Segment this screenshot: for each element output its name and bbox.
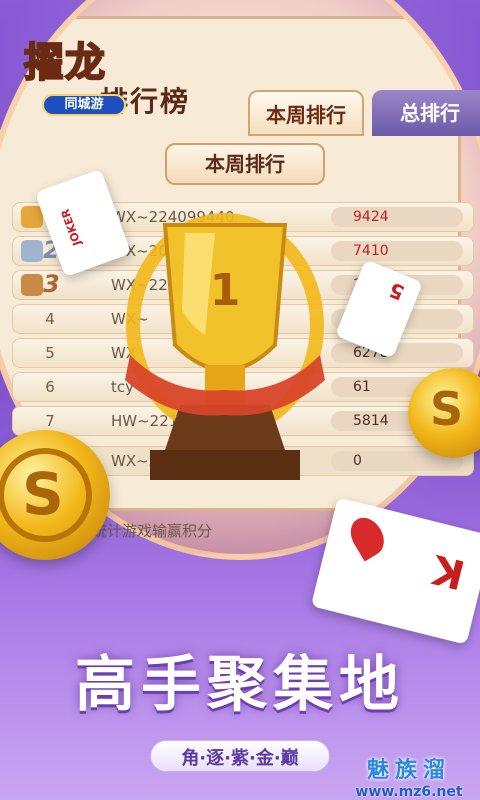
rank-3-badge-icon [21,274,43,296]
headline-text: 高手聚集地 [75,650,405,720]
score-note: 统计游戏输赢积分 [92,522,213,540]
subline-text: 角·逐·紫·金·巅 [181,748,299,769]
trophy-icon: 1 [125,213,325,480]
trophy-number: 1 [210,265,241,316]
player-score: 9424 [331,207,463,227]
rank-number: 5 [45,344,55,362]
rank-number: 6 [45,378,55,396]
watermark: 魅族溜 www.mz6.net [340,752,478,800]
poker-card-king: K [310,497,480,645]
logo-subtitle: 同城游 [42,94,126,116]
heart-icon [344,511,391,562]
logo-title: 擢龙 [23,39,106,87]
tab-total-rank[interactable]: 总排行 [372,90,480,136]
rank-number: 3 [43,270,60,298]
rank-2-badge-icon [21,240,43,262]
watermark-url: www.mz6.net [355,784,463,800]
sub-header-weekly: 本周排行 [165,143,325,185]
app-logo: 擢龙 同城游 [18,22,136,122]
watermark-title: 魅族溜 [366,758,451,783]
rank-number: 4 [45,310,55,328]
player-score: 7410 [331,241,463,261]
tab-weekly-rank[interactable]: 本周排行 [248,90,364,136]
